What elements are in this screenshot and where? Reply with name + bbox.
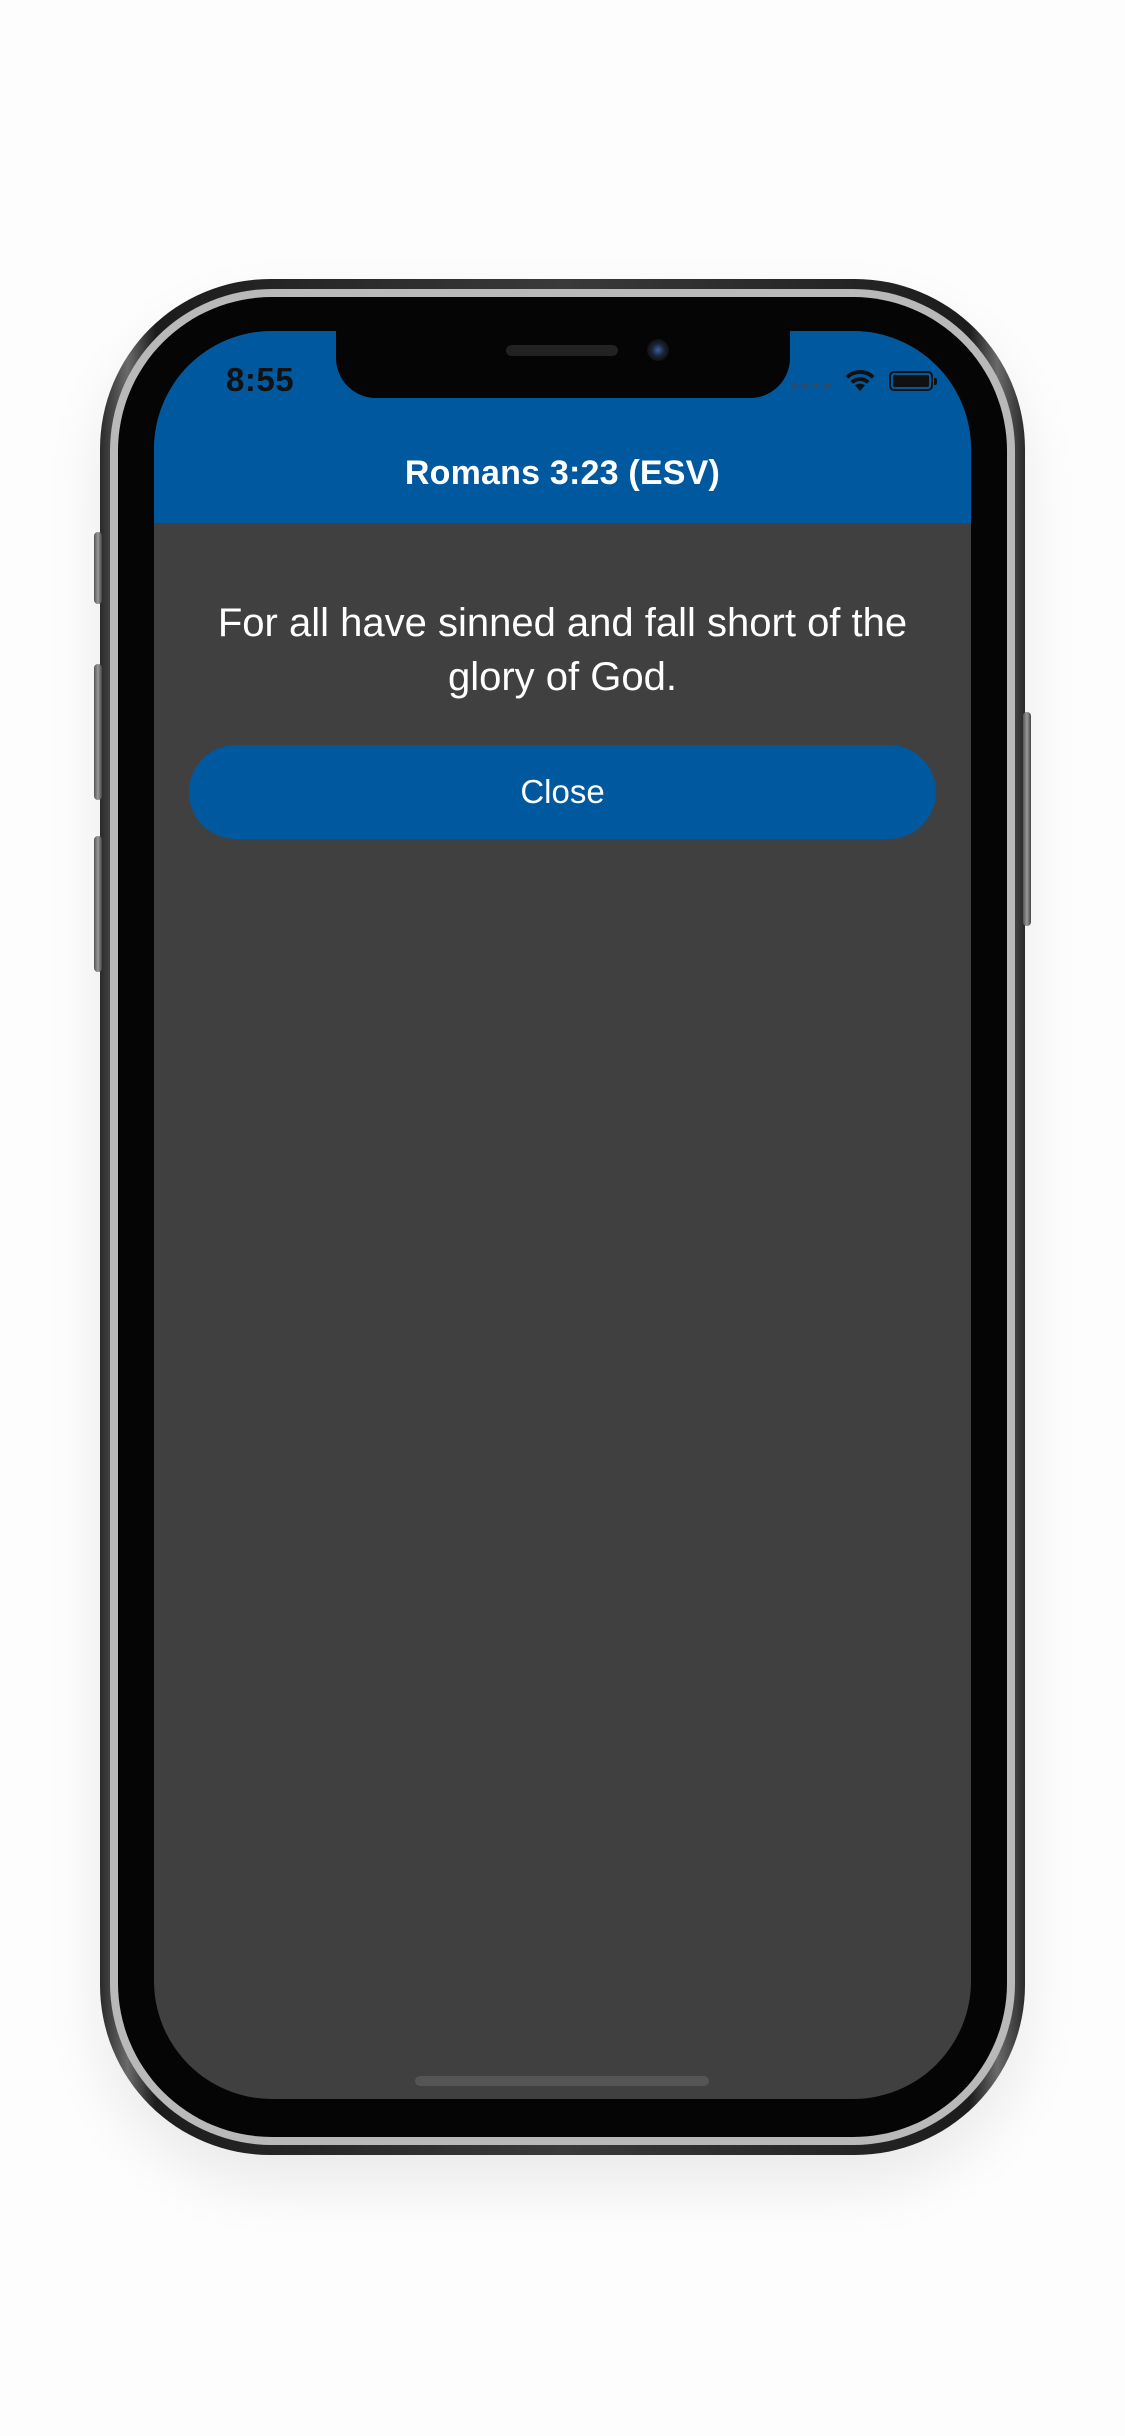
cellular-signal-icon [791,384,831,388]
app-screen: 8:55 Romans 3:23 (ESV) For all have sinn… [154,331,971,2099]
wifi-icon [845,369,875,391]
close-button[interactable]: Close [189,745,936,839]
volume-up-button [94,664,102,800]
battery-icon [889,371,937,391]
verse-text: For all have sinned and fall short of th… [217,601,908,699]
page-title: Romans 3:23 (ESV) [404,454,721,492]
power-button [1023,712,1031,926]
earpiece-speaker [506,345,618,356]
status-icons [791,369,937,393]
front-camera [647,339,669,361]
status-time: 8:55 [226,361,295,398]
home-indicator[interactable] [415,2076,709,2086]
mute-switch [94,532,102,604]
volume-down-button [94,836,102,972]
camera-notch [336,331,790,398]
